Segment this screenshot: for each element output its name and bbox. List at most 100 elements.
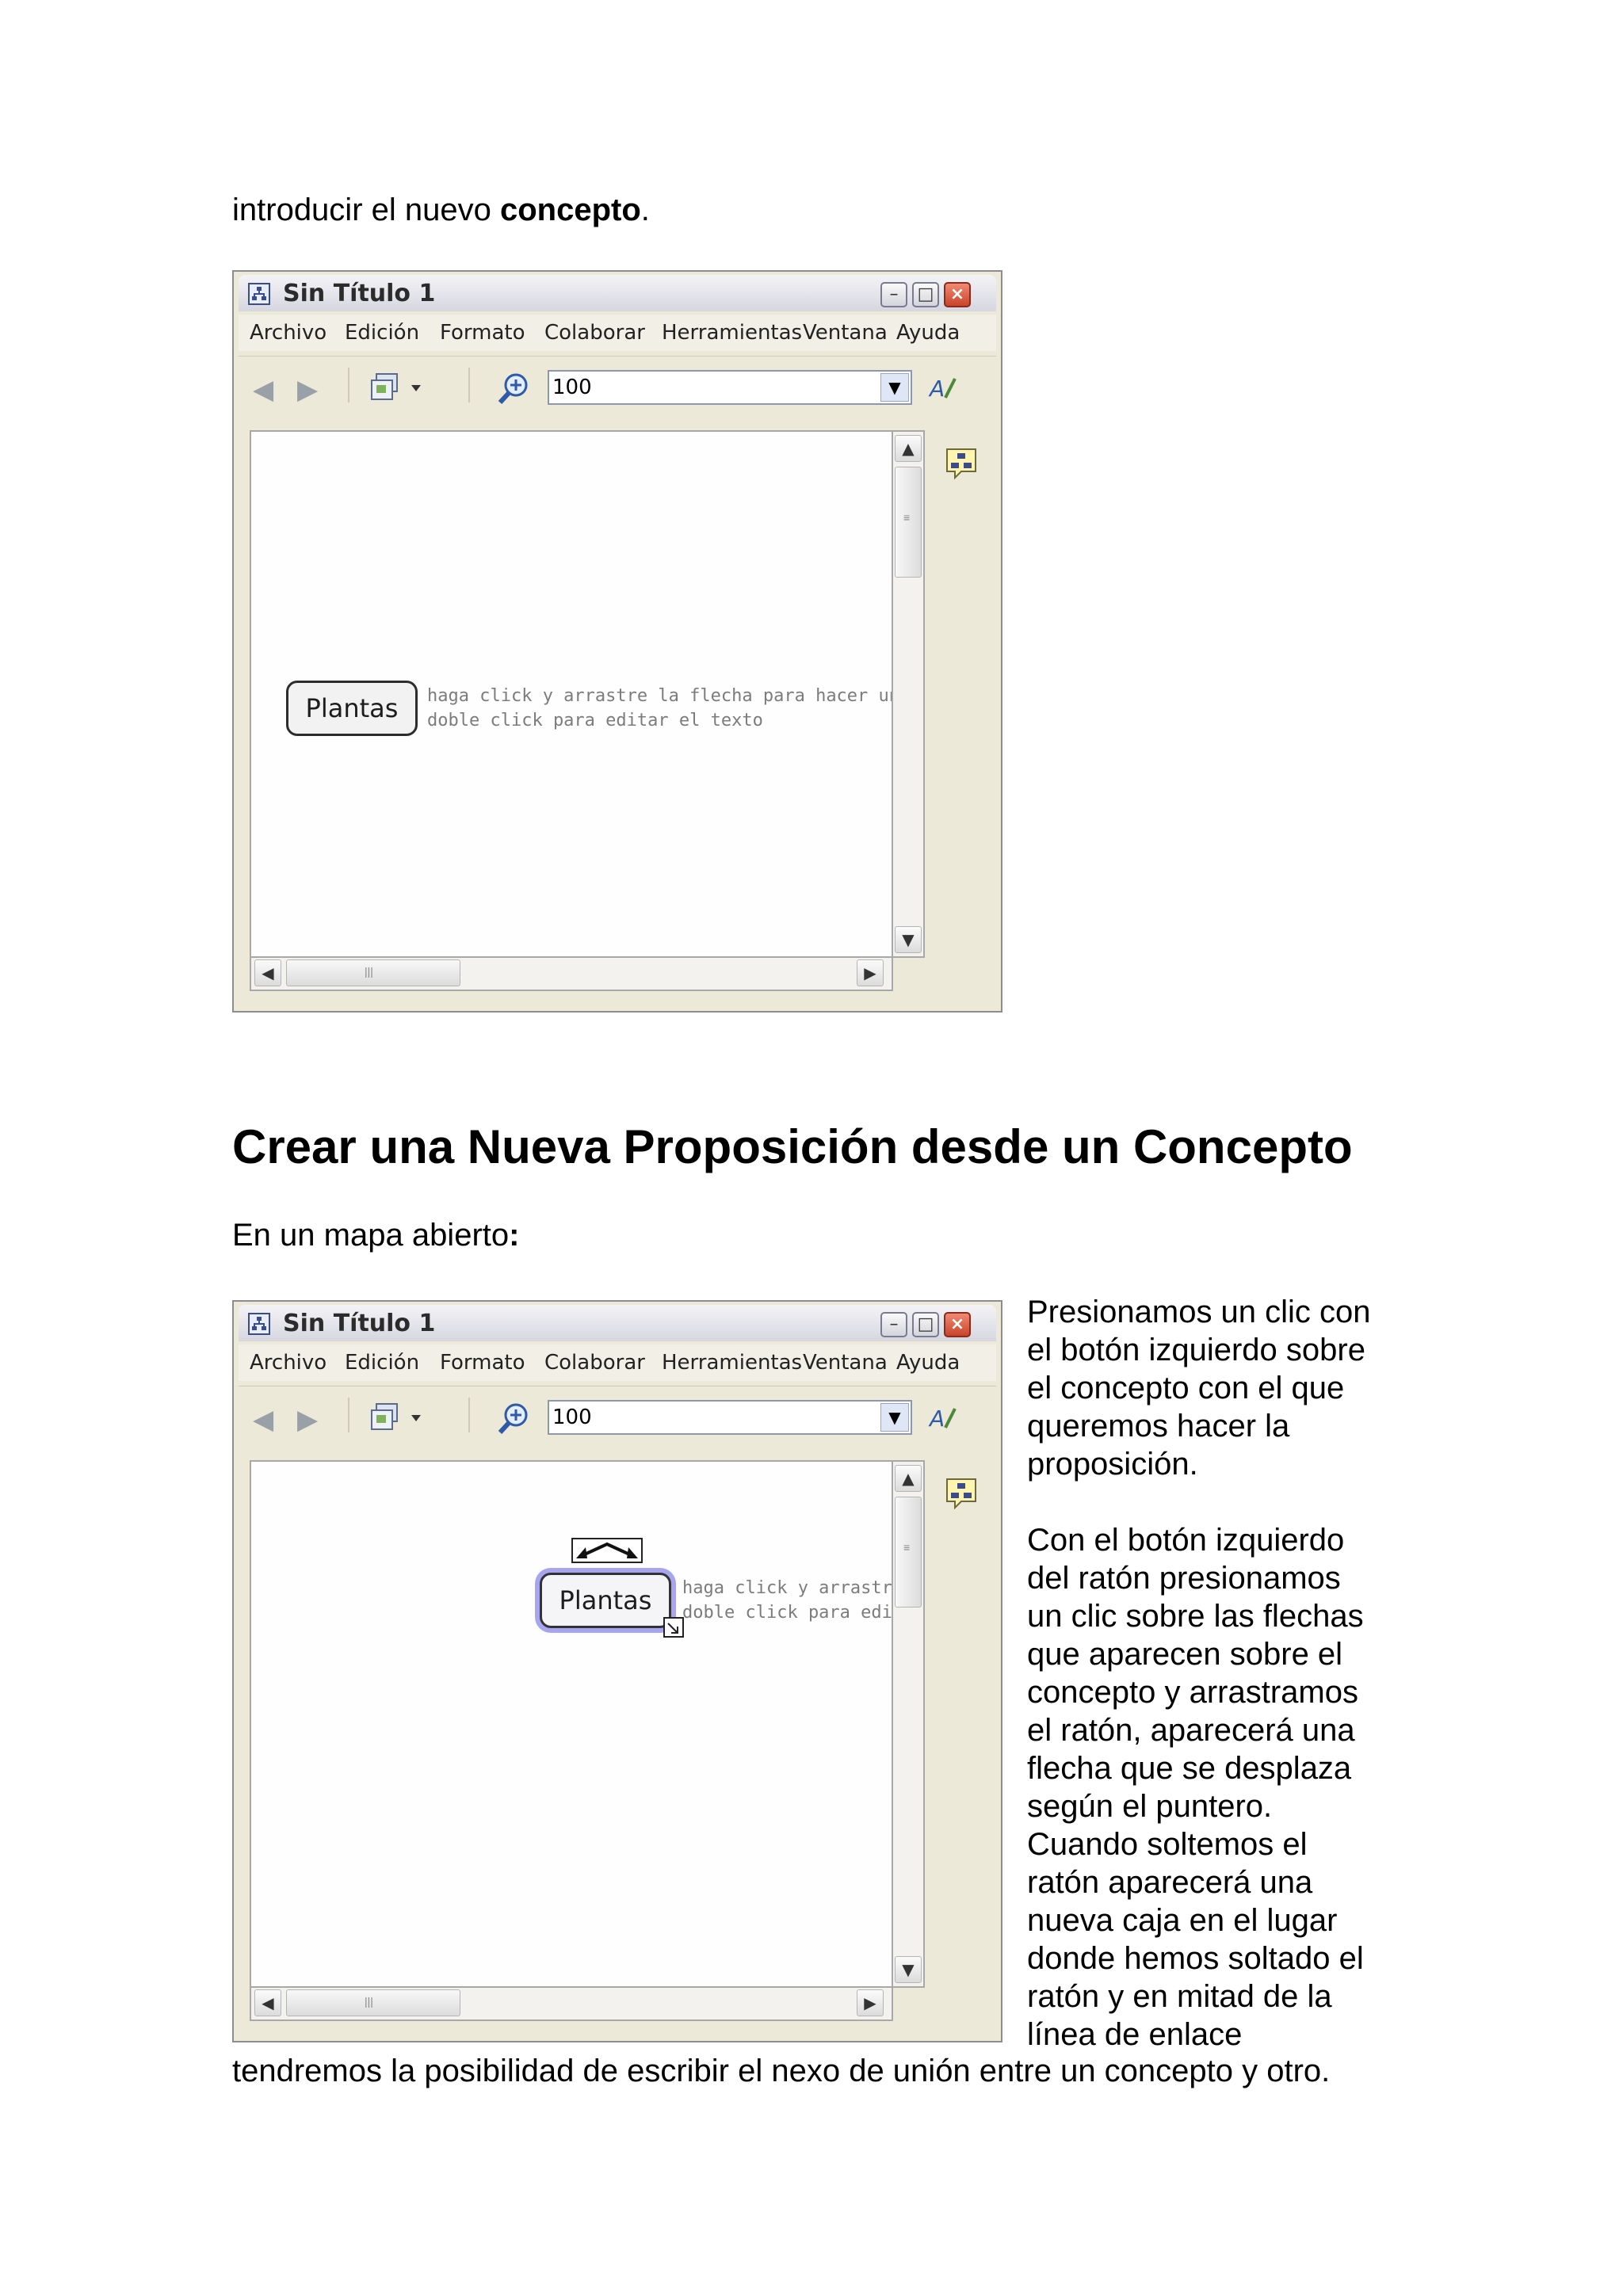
grip-icon: ||| (365, 965, 373, 978)
style-palette-icon[interactable]: A (928, 372, 960, 404)
intro-text: introducir el nuevo (232, 193, 500, 227)
view-dropdown-icon[interactable] (370, 371, 433, 402)
scroll-right-button[interactable]: ▶ (857, 1989, 884, 2016)
canvas-hint: haga click y arrastre la flecha para hac… (427, 684, 892, 733)
zoom-value: 100 (552, 1405, 592, 1429)
map-canvas[interactable]: Plantas haga click y arrastre l doble cl… (250, 1460, 893, 1988)
maximize-icon: □ (917, 1314, 934, 1334)
title-bar: Sin Título 1 – □ × (239, 1305, 996, 1341)
back-arrow-icon[interactable]: ◀ (253, 374, 273, 406)
side-line: Presionamos un clic con (1027, 1295, 1371, 1329)
side-line: un clic sobre las flechas (1027, 1599, 1364, 1634)
scroll-down-button[interactable]: ▼ (895, 1956, 922, 1983)
menu-colaborar[interactable]: Colaborar (544, 1351, 645, 1375)
scroll-left-button[interactable]: ◀ (254, 959, 281, 986)
toolbar-separator (468, 1398, 470, 1432)
minimize-icon: – (889, 284, 899, 304)
horizontal-scroll-thumb[interactable]: ||| (286, 1989, 460, 2016)
concept-label: Plantas (305, 693, 399, 723)
side-line: línea de enlace (1027, 2017, 1243, 2052)
scroll-right-button[interactable]: ▶ (857, 959, 884, 986)
scroll-down-button[interactable]: ▼ (895, 926, 922, 953)
scroll-up-button[interactable]: ▲ (895, 1465, 922, 1492)
menu-formato[interactable]: Formato (440, 1351, 525, 1375)
hint-line-2: doble click para edita (682, 1603, 892, 1623)
closing-line: tendremos la posibilidad de escribir el … (232, 2054, 1331, 2088)
zoom-icon[interactable] (497, 371, 532, 406)
side-text-column: Presionamos un clic con el botón izquier… (1027, 1293, 1598, 2054)
menu-ayuda[interactable]: Ayuda (896, 321, 960, 345)
drag-arrows-icon[interactable] (571, 1538, 643, 1563)
menu-ayuda[interactable]: Ayuda (896, 1351, 960, 1375)
menu-herramientas[interactable]: Herramientas (662, 1351, 802, 1375)
cmap-window-screenshot-2: Sin Título 1 – □ × Archivo Edición Forma… (232, 1300, 1002, 2042)
grip-icon: ≡ (903, 1541, 911, 1554)
side-line-spacer (1027, 1483, 1598, 1521)
minimize-button[interactable]: – (880, 282, 907, 307)
subheading: En un mapa abierto: (232, 1216, 519, 1254)
collaboration-icon[interactable] (944, 446, 979, 481)
menu-formato[interactable]: Formato (440, 321, 525, 345)
vertical-scrollbar[interactable]: ▲ ≡ ▼ (893, 430, 925, 958)
side-line: Con el botón izquierdo (1027, 1523, 1345, 1558)
maximize-button[interactable]: □ (912, 1312, 939, 1337)
svg-text:A: A (928, 1405, 945, 1432)
menu-bar: Archivo Edición Formato Colaborar Herram… (239, 315, 996, 351)
menu-ventana[interactable]: Ventana (803, 1351, 888, 1375)
side-line: proposición. (1027, 1447, 1198, 1482)
title-bar: Sin Título 1 – □ × (239, 275, 996, 311)
map-canvas[interactable]: Plantas haga click y arrastre la flecha … (250, 430, 893, 958)
side-line: queremos hacer la (1027, 1409, 1290, 1444)
side-line: ratón y en mitad de la (1027, 1979, 1332, 2014)
zoom-combobox[interactable]: 100 ▼ (548, 1400, 912, 1435)
menu-archivo[interactable]: Archivo (250, 321, 327, 345)
side-line: concepto y arrastramos (1027, 1675, 1358, 1710)
menu-ventana[interactable]: Ventana (803, 321, 888, 345)
back-arrow-icon[interactable]: ◀ (253, 1404, 273, 1436)
svg-text:A: A (928, 376, 945, 402)
subheading-text: En un mapa abierto (232, 1218, 510, 1253)
maximize-button[interactable]: □ (912, 282, 939, 307)
minimize-button[interactable]: – (880, 1312, 907, 1337)
app-map-icon (248, 283, 270, 305)
zoom-combobox[interactable]: 100 ▼ (548, 370, 912, 405)
concept-node-plantas-selected[interactable]: Plantas (540, 1573, 671, 1628)
scroll-up-button[interactable]: ▲ (895, 435, 922, 462)
chevron-down-icon[interactable]: ▼ (880, 373, 909, 402)
intro-bold-word: concepto (499, 193, 641, 227)
view-dropdown-icon[interactable] (370, 1401, 433, 1432)
horizontal-scrollbar[interactable]: ◀ ||| ▶ (250, 958, 893, 991)
horizontal-scrollbar[interactable]: ◀ ||| ▶ (250, 1988, 893, 2021)
cmap-window-screenshot-1: Sin Título 1 – □ × Archivo Edición Forma… (232, 270, 1002, 1013)
menu-archivo[interactable]: Archivo (250, 1351, 327, 1375)
forward-arrow-icon[interactable]: ▶ (297, 374, 318, 406)
side-line: ratón aparecerá una (1027, 1865, 1313, 1900)
horizontal-scroll-thumb[interactable]: ||| (286, 959, 460, 986)
menu-edicion[interactable]: Edición (345, 321, 419, 345)
toolbar-separator (348, 1398, 349, 1432)
toolbar: ◀ ▶ 100 ▼ A (239, 356, 996, 412)
side-line: el concepto con el que (1027, 1371, 1345, 1405)
vertical-scroll-thumb[interactable]: ≡ (895, 467, 922, 578)
resize-handle-icon[interactable] (663, 1617, 684, 1638)
close-button[interactable]: × (944, 1312, 971, 1337)
menu-edicion[interactable]: Edición (345, 1351, 419, 1375)
collaboration-icon[interactable] (944, 1476, 979, 1511)
menu-colaborar[interactable]: Colaborar (544, 321, 645, 345)
forward-arrow-icon[interactable]: ▶ (297, 1404, 318, 1436)
close-button[interactable]: × (944, 282, 971, 307)
vertical-scroll-thumb[interactable]: ≡ (895, 1497, 922, 1608)
zoom-value: 100 (552, 376, 592, 399)
hint-line-2: doble click para editar el texto (427, 711, 763, 730)
zoom-icon[interactable] (497, 1401, 532, 1436)
scroll-left-button[interactable]: ◀ (254, 1989, 281, 2016)
side-line: flecha que se desplaza (1027, 1751, 1352, 1786)
menu-herramientas[interactable]: Herramientas (662, 321, 802, 345)
intro-period: . (640, 193, 650, 227)
toolbar-separator (468, 368, 470, 402)
concept-node-plantas[interactable]: Plantas (286, 681, 418, 736)
side-line: Cuando soltemos el (1027, 1827, 1308, 1862)
style-palette-icon[interactable]: A (928, 1402, 960, 1434)
vertical-scrollbar[interactable]: ▲ ≡ ▼ (893, 1460, 925, 1988)
chevron-down-icon[interactable]: ▼ (880, 1403, 909, 1432)
